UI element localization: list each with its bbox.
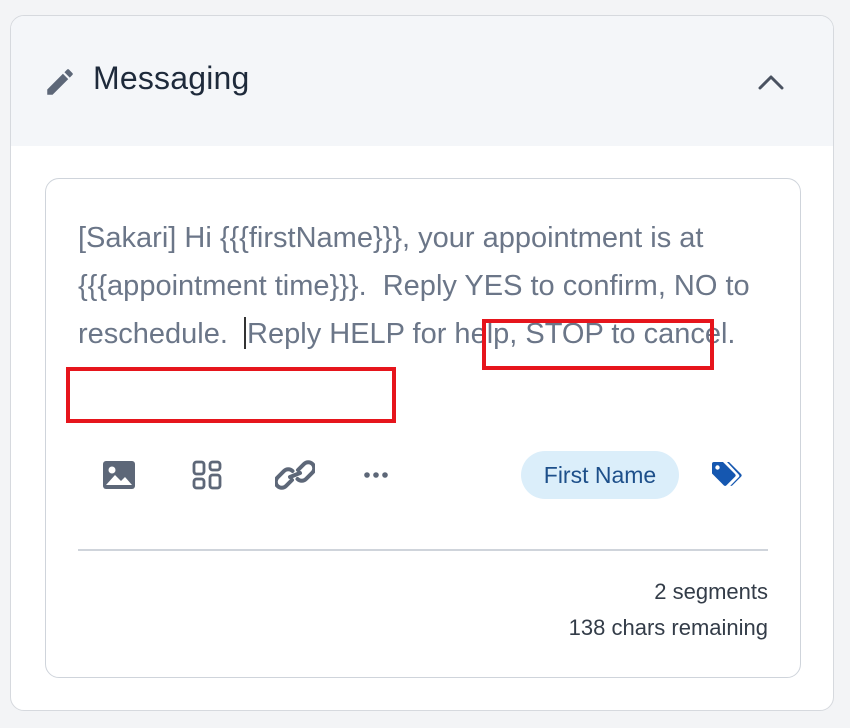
- chars-remaining: 138 chars remaining: [568, 615, 768, 640]
- divider: [78, 549, 768, 551]
- message-editor[interactable]: [Sakari] Hi {{{firstName}}}, your appoin…: [45, 178, 801, 678]
- pencil-icon: [47, 69, 73, 95]
- link-icon[interactable]: [275, 459, 315, 491]
- first-name-merge-field[interactable]: First Name: [521, 451, 679, 499]
- tag-icon[interactable]: [710, 461, 742, 489]
- image-icon[interactable]: [102, 460, 136, 490]
- text-caret: [244, 317, 247, 349]
- panel-header: Messaging: [11, 16, 833, 146]
- panel-title: Messaging: [93, 60, 250, 96]
- highlight-box-line2: [66, 367, 396, 423]
- grid-icon[interactable]: [192, 460, 222, 490]
- segments-count: 2 segments: [654, 579, 768, 604]
- more-icon[interactable]: [362, 469, 390, 481]
- messaging-panel: Messaging [Sakari] Hi {{{firstName}}}, y…: [10, 15, 834, 711]
- message-text-after: Reply HELP for help, STOP to cancel.: [247, 318, 736, 350]
- message-textarea[interactable]: [Sakari] Hi {{{firstName}}}, your appoin…: [78, 214, 758, 358]
- chevron-up-icon[interactable]: [751, 64, 791, 100]
